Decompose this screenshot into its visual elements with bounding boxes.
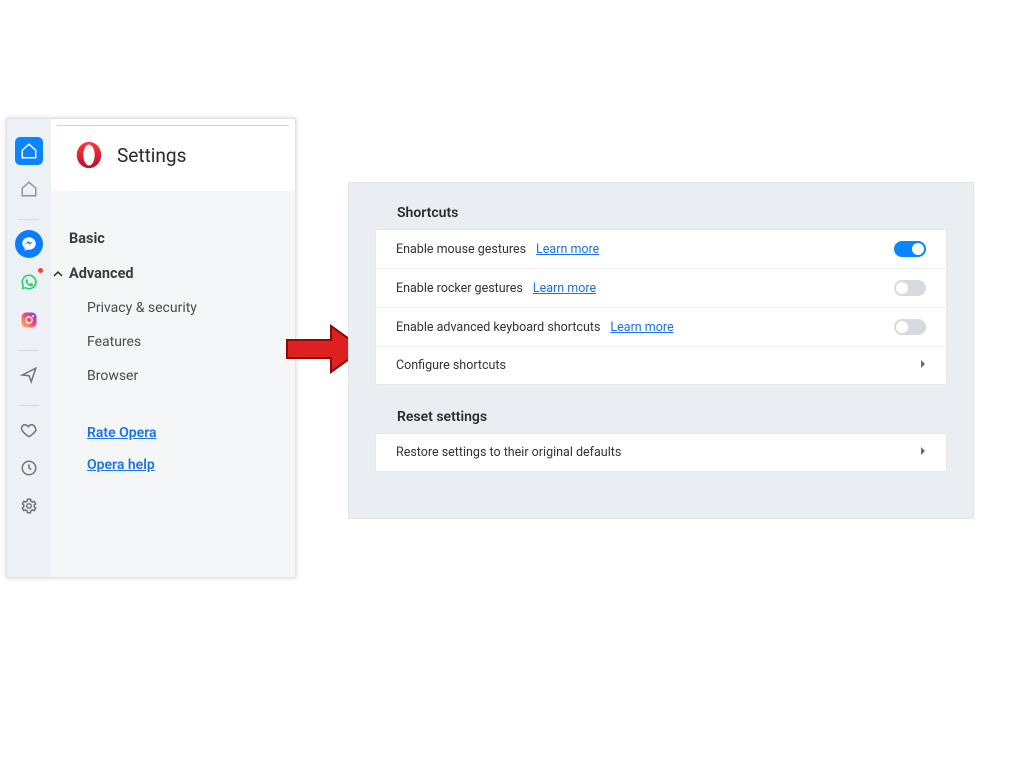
mouse-gestures-toggle[interactable] xyxy=(894,241,926,257)
sidebar-outline-home-icon[interactable] xyxy=(15,175,43,203)
settings-header: Settings xyxy=(51,119,295,191)
reset-block: Restore settings to their original defau… xyxy=(375,433,947,472)
nav-browser[interactable]: Browser xyxy=(69,359,295,393)
settings-window: Settings Basic Advanced Privacy & securi… xyxy=(6,118,296,578)
shortcuts-section-title: Shortcuts xyxy=(375,197,947,229)
clock-icon[interactable] xyxy=(15,454,43,482)
chevron-right-icon xyxy=(920,445,926,460)
nav-footer-links: Rate Opera Opera help xyxy=(69,393,295,481)
keyboard-shortcuts-toggle[interactable] xyxy=(894,319,926,335)
sidebar-divider xyxy=(19,219,39,220)
send-icon[interactable] xyxy=(15,361,43,389)
restore-defaults-label: Restore settings to their original defau… xyxy=(396,445,621,460)
mouse-gestures-label: Enable mouse gestures xyxy=(396,242,526,257)
shortcuts-block: Enable mouse gestures Learn more Enable … xyxy=(375,229,947,385)
heart-icon[interactable] xyxy=(15,416,43,444)
opera-logo-icon xyxy=(75,141,103,169)
whatsapp-icon[interactable] xyxy=(15,268,43,296)
rocker-gestures-learn-more-link[interactable]: Learn more xyxy=(533,281,596,296)
reset-section-title: Reset settings xyxy=(375,401,947,433)
rocker-gestures-toggle[interactable] xyxy=(894,280,926,296)
row-rocker-gestures: Enable rocker gestures Learn more xyxy=(376,268,946,307)
keyboard-shortcuts-learn-more-link[interactable]: Learn more xyxy=(610,320,673,335)
nav-advanced-label: Advanced xyxy=(69,265,134,282)
rate-opera-link[interactable]: Rate Opera xyxy=(87,417,295,449)
sidebar-rail xyxy=(7,119,51,577)
opera-help-link[interactable]: Opera help xyxy=(87,449,295,481)
sidebar-divider xyxy=(19,350,39,351)
settings-nav: Basic Advanced Privacy & security Featur… xyxy=(51,191,295,481)
instagram-icon[interactable] xyxy=(15,306,43,334)
notification-dot-icon xyxy=(37,267,44,274)
nav-advanced[interactable]: Advanced xyxy=(53,256,295,291)
nav-basic[interactable]: Basic xyxy=(69,221,295,256)
configure-shortcuts-label: Configure shortcuts xyxy=(396,358,506,373)
mouse-gestures-learn-more-link[interactable]: Learn more xyxy=(536,242,599,257)
sidebar-home-icon[interactable] xyxy=(15,137,43,165)
settings-detail-panel: Shortcuts Enable mouse gestures Learn mo… xyxy=(348,182,974,519)
nav-features[interactable]: Features xyxy=(69,325,295,359)
settings-title: Settings xyxy=(117,144,186,167)
settings-nav-column: Settings Basic Advanced Privacy & securi… xyxy=(51,119,295,577)
restore-defaults-row[interactable]: Restore settings to their original defau… xyxy=(376,434,946,471)
gear-icon[interactable] xyxy=(15,492,43,520)
chevron-right-icon xyxy=(920,358,926,373)
keyboard-shortcuts-label: Enable advanced keyboard shortcuts xyxy=(396,320,600,335)
configure-shortcuts-row[interactable]: Configure shortcuts xyxy=(376,346,946,384)
messenger-icon[interactable] xyxy=(15,230,43,258)
row-keyboard-shortcuts: Enable advanced keyboard shortcuts Learn… xyxy=(376,307,946,346)
sidebar-divider xyxy=(19,405,39,406)
chevron-up-icon xyxy=(53,269,63,279)
row-mouse-gestures: Enable mouse gestures Learn more xyxy=(376,230,946,268)
nav-privacy[interactable]: Privacy & security xyxy=(69,291,295,325)
rocker-gestures-label: Enable rocker gestures xyxy=(396,281,523,296)
